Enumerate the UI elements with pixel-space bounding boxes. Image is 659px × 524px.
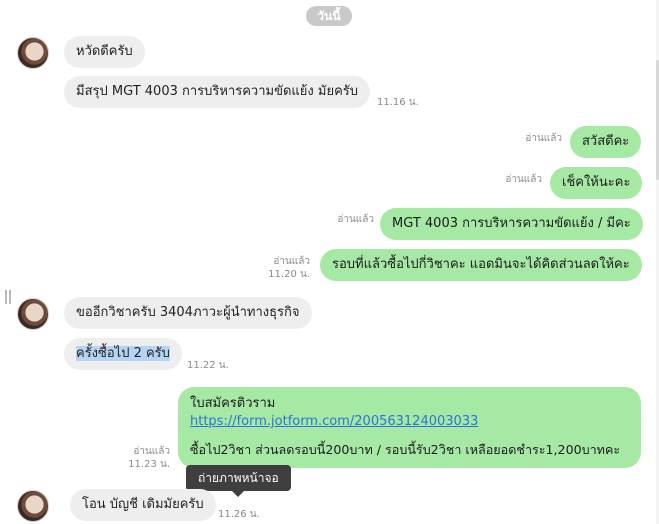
read-receipt: อ่านแล้ว: [525, 133, 562, 144]
screenshot-tooltip: ถ่ายภาพหน้าจอ: [186, 465, 291, 497]
message-timestamp: 11.20 น.: [268, 269, 310, 280]
message-text: เช็คให้นะคะ: [562, 175, 631, 190]
outgoing-message-bubble[interactable]: สวัสดีคะ: [570, 126, 642, 158]
message-text: รอบที่แล้วซื้อไปกี่วิชาคะ แอดมินจะได้คิด…: [332, 257, 630, 272]
message-text: มีสรุป MGT 4003 การบริหารความขัดแย้ง มัย…: [76, 84, 359, 99]
message-timestamp: 11.26 น.: [218, 509, 260, 520]
outgoing-message-bubble[interactable]: MGT 4003 การบริหารความขัดแย้ง / มีคะ: [380, 208, 643, 240]
message-text-line: ซื้อไป2วิชา ส่วนลดรอบนี้200บาท / รอบนี้ร…: [190, 442, 621, 457]
drag-handle[interactable]: [9, 290, 11, 304]
message-text: MGT 4003 การบริหารความขัดแย้ง / มีคะ: [392, 216, 631, 231]
message-text: หวัดดีครับ: [76, 44, 133, 59]
contact-avatar[interactable]: [17, 37, 49, 69]
read-receipt: อ่านแล้ว: [273, 256, 310, 267]
incoming-message-bubble[interactable]: ขออีกวิชาครับ 3404ภาวะผู้นำทางธุรกิจ: [64, 297, 312, 329]
message-text-line: ใบสมัครติวราม: [190, 396, 276, 411]
message-timestamp: 11.16 น.: [377, 97, 419, 108]
outgoing-message-bubble[interactable]: รอบที่แล้วซื้อไปกี่วิชาคะ แอดมินจะได้คิด…: [320, 249, 642, 281]
form-link[interactable]: https://form.jotform.com/200563124003033: [190, 413, 629, 431]
outgoing-message-bubble[interactable]: ใบสมัครติวราม https://form.jotform.com/2…: [178, 387, 641, 468]
message-timestamp: 11.22 น.: [187, 360, 229, 371]
message-text: โอน บัญชี เดิมมัยครับ: [82, 497, 204, 512]
incoming-message-bubble[interactable]: ครั้งซื้อไป 2 ครับ: [64, 338, 182, 370]
message-text: สวัสดีคะ: [582, 134, 630, 149]
incoming-message-bubble[interactable]: โอน บัญชี เดิมมัยครับ: [70, 489, 216, 521]
message-timestamp: 11.23 น.: [128, 459, 170, 470]
read-receipt: อ่านแล้ว: [337, 214, 374, 225]
incoming-message-bubble[interactable]: หวัดดีครับ: [64, 36, 145, 68]
contact-avatar[interactable]: [17, 298, 49, 330]
read-receipt: อ่านแล้ว: [133, 446, 170, 457]
message-text: ขออีกวิชาครับ 3404ภาวะผู้นำทางธุรกิจ: [76, 305, 300, 320]
outgoing-message-bubble[interactable]: เช็คให้นะคะ: [550, 167, 643, 199]
drag-handle[interactable]: [5, 290, 7, 304]
incoming-message-bubble[interactable]: มีสรุป MGT 4003 การบริหารความขัดแย้ง มัย…: [64, 76, 371, 108]
contact-avatar[interactable]: [17, 490, 49, 522]
read-receipt: อ่านแล้ว: [505, 174, 542, 185]
selected-message-text[interactable]: ครั้งซื้อไป 2 ครับ: [76, 346, 170, 361]
date-separator: วันนี้: [306, 6, 352, 26]
